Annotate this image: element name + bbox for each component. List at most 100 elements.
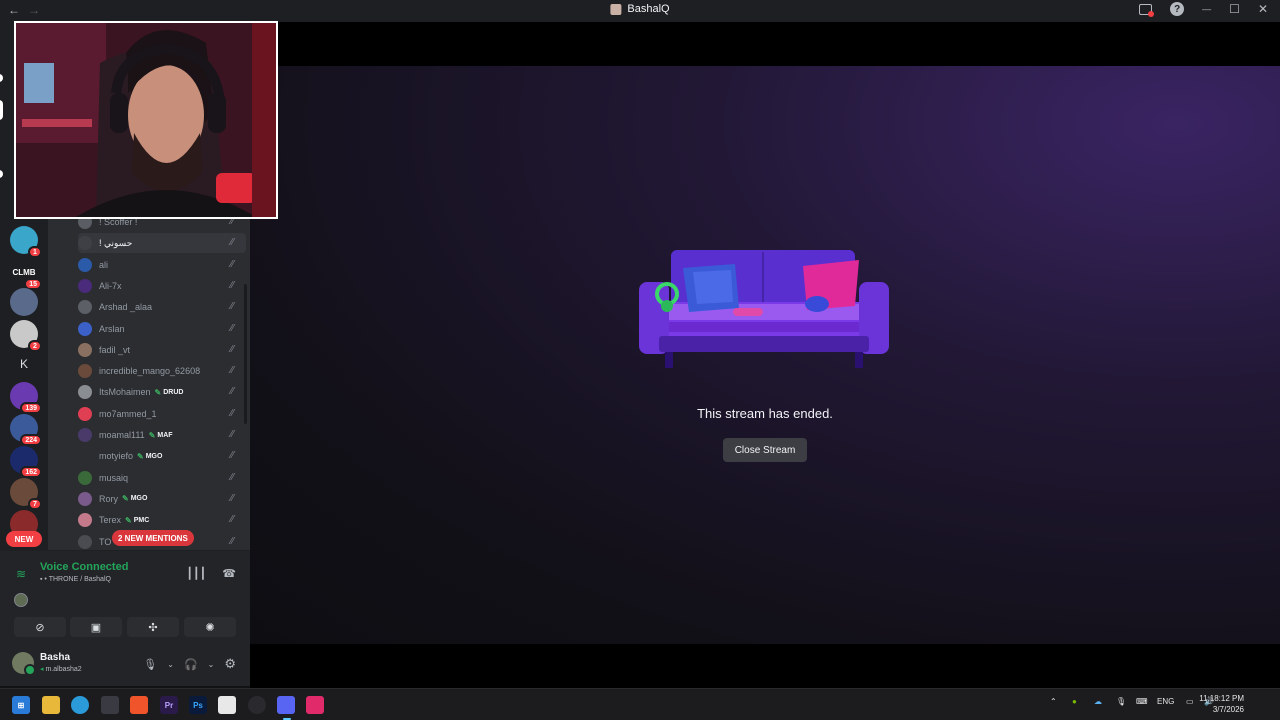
tray-chevron-icon[interactable]: ⌃ [1050, 697, 1057, 706]
microphone-icon[interactable]: 🎙 [143, 658, 157, 671]
activities-button[interactable]: ✣ [127, 617, 179, 637]
user-avatar[interactable] [12, 652, 36, 676]
server-icon-blue[interactable]: 224 [10, 414, 42, 446]
share-screen-button[interactable]: ▣ [70, 617, 122, 637]
discord-taskbar-icon[interactable] [277, 696, 295, 720]
clan-tag-text: MAF [157, 431, 173, 439]
member-avatar [78, 428, 92, 442]
paint-icon[interactable] [218, 696, 236, 714]
close-stream-button[interactable]: Close Stream [723, 438, 807, 462]
new-mentions-pill[interactable]: 2 NEW MENTIONS [112, 530, 194, 546]
member-row[interactable]: ali ⁄⁄ [78, 255, 246, 275]
close-window-button[interactable]: ✕ [1258, 2, 1268, 16]
tray-cloud-icon[interactable]: ☁ [1094, 697, 1102, 706]
start-button[interactable]: ⊞ [12, 696, 30, 714]
soundboard-icon: ✺ [205, 621, 215, 634]
share-screen-icon: ▣ [90, 621, 102, 634]
tray-keyboard-icon[interactable]: ⌨ [1136, 697, 1148, 706]
file-explorer-icon[interactable] [42, 696, 60, 714]
member-row[interactable]: incredible_mango_62608 ⁄⁄ [78, 361, 246, 381]
voice-channel[interactable]: ▪ • THRONE / BashalQ [40, 576, 111, 583]
forward-button[interactable]: → [28, 3, 40, 17]
camera-off-button[interactable]: ⊘ [14, 617, 66, 637]
member-row[interactable]: Rory ✎ MGO ⁄⁄ [78, 489, 246, 509]
activities-icon: ✣ [148, 621, 158, 634]
title-controls: ? — ☐ ✕ [1139, 2, 1268, 17]
member-avatar [78, 513, 92, 528]
maximize-button[interactable]: ☐ [1229, 2, 1240, 16]
premiere-icon[interactable]: Pr [160, 696, 178, 714]
inbox-icon[interactable] [1139, 3, 1155, 17]
disconnect-icon[interactable]: ☎ [222, 567, 236, 580]
voice-status[interactable]: Voice Connected [40, 561, 128, 573]
obs-icon[interactable] [248, 696, 266, 714]
clock-time: 11:18:12 PM [1199, 694, 1244, 703]
new-servers-badge[interactable]: NEW [6, 531, 42, 547]
member-row[interactable]: motyiefo ✎ MGO ⁄⁄ [78, 446, 246, 466]
member-name: ItsMohaimen [99, 387, 151, 398]
language-indicator[interactable]: ENG [1157, 697, 1174, 706]
store-icon[interactable] [101, 696, 119, 714]
member-name: moamal111 [99, 430, 145, 440]
brave-icon[interactable] [130, 696, 148, 714]
soundboard-button[interactable]: ✺ [184, 617, 236, 637]
server-icon-night[interactable]: 162 [10, 446, 42, 478]
photoshop-icon[interactable]: Ps [189, 696, 207, 714]
member-row[interactable]: moamal111 ✎ MAF ⁄⁄ [78, 425, 246, 445]
discord-window: ← → BashalQ ? — ☐ ✕ 1 CLMB 15 2 K 139 22… [0, 0, 1280, 720]
voice-controls: ┃┃┃ ☎ [186, 567, 236, 580]
noise-suppression-icon[interactable]: ┃┃┃ [186, 567, 206, 580]
user-name[interactable]: Basha [40, 652, 70, 663]
clan-tag-text: MGO [130, 495, 148, 503]
server-icon-k[interactable]: K [10, 350, 38, 378]
tray-mic-icon[interactable]: 🎙 [1116, 697, 1126, 706]
edge-icon[interactable] [71, 696, 89, 714]
headphones-icon[interactable]: 🎧 [184, 658, 198, 671]
server-badge: 7 [28, 498, 42, 510]
clan-tag-text: DRUD [163, 388, 184, 396]
server-icon-purple[interactable]: 139 [10, 382, 42, 414]
server-icon-brown[interactable]: 7 [10, 478, 42, 510]
member-name: musaiq [99, 472, 129, 483]
windows-icon: ⊞ [17, 700, 25, 710]
member-row[interactable]: Terex ✎ PMC ⁄⁄ [78, 510, 246, 530]
deafened-icon: ⁄⁄ [230, 343, 234, 355]
member-row[interactable]: Arslan ⁄⁄ [78, 319, 246, 339]
server-icon-cyan[interactable]: 1 [10, 226, 42, 258]
tray-network-icon[interactable]: ▭ [1186, 697, 1194, 706]
gear-icon[interactable]: ⚙ [224, 656, 236, 672]
member-row[interactable]: fadil _vt ⁄⁄ [78, 340, 246, 360]
member-avatar [78, 385, 92, 400]
chevron-down-icon[interactable]: ⌄ [167, 660, 174, 669]
taskbar-clock[interactable]: 11:18:12 PM 3/7/2026 [1199, 693, 1244, 715]
tiktok-icon[interactable] [306, 696, 324, 714]
tray-nvidia-icon[interactable]: ● [1072, 697, 1077, 706]
member-row[interactable]: Arshad _alaa ⁄⁄ [78, 297, 246, 317]
member-name: motyiefo [99, 451, 134, 462]
member-row[interactable]: musaiq ⁄⁄ [78, 468, 246, 488]
member-avatar [78, 534, 92, 549]
server-icon-clmb[interactable]: CLMB 15 [10, 258, 42, 290]
member-avatar [78, 321, 92, 336]
server-icon-red[interactable]: 2 [10, 320, 42, 352]
member-row[interactable]: mo7ammed_1 ⁄⁄ [78, 404, 246, 424]
deafened-icon: ⁄⁄ [230, 450, 234, 462]
member-row[interactable]: ! حسوني ⁄⁄ [78, 233, 246, 254]
member-name: TO [99, 536, 112, 547]
chevron-down-icon[interactable]: ⌄ [208, 660, 215, 669]
help-icon[interactable]: ? [1170, 2, 1185, 16]
deafened-icon: ⁄⁄ [230, 237, 234, 249]
nav-arrows: ← → [8, 3, 40, 17]
scrollbar[interactable] [244, 284, 247, 424]
voice-participant-avatar[interactable] [14, 593, 28, 607]
server-icon-character[interactable] [10, 288, 38, 316]
member-avatar [78, 406, 92, 421]
member-row[interactable]: Ali-7x ⁄⁄ [78, 276, 246, 296]
clan-tag-text: MGO [145, 452, 163, 460]
member-avatar [78, 491, 92, 506]
member-row[interactable]: ItsMohaimen ✎ DRUD ⁄⁄ [78, 382, 246, 402]
minimize-button[interactable]: — [1202, 4, 1211, 14]
signal-icon[interactable]: ≋ [16, 567, 26, 581]
back-button[interactable]: ← [8, 3, 20, 17]
member-avatar [78, 449, 92, 464]
